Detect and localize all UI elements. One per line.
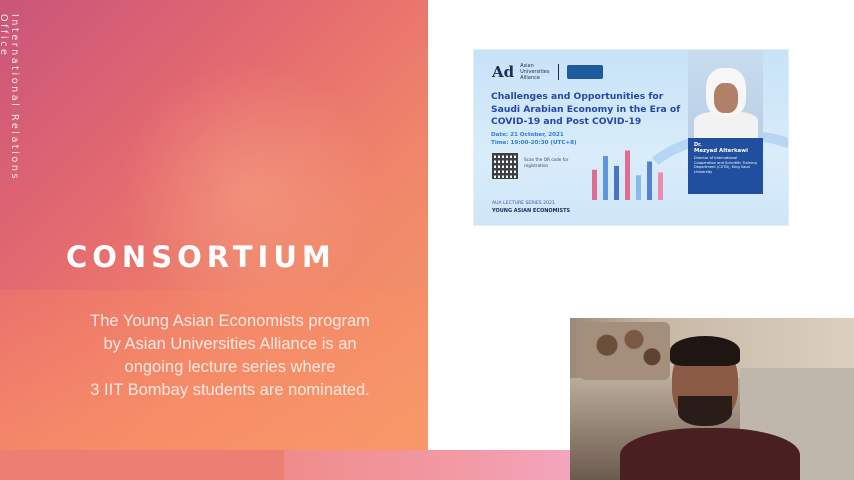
poster-bar xyxy=(614,165,619,200)
slide-panel: International Relations Office CONSORTIU… xyxy=(0,0,428,450)
poster-logos: Ad Asian Universities Alliance xyxy=(492,63,604,81)
slide-heading: CONSORTIUM xyxy=(66,240,336,274)
aua-logo-text: Asian Universities Alliance xyxy=(520,63,550,81)
side-label: International Relations Office xyxy=(0,14,20,182)
poster-time: Time: 19:00-20:30 (UTC+8) xyxy=(491,140,577,146)
panel-glow xyxy=(120,60,380,320)
poster-date: Date: 21 October, 2021 xyxy=(491,132,564,138)
lecture-poster: Ad Asian Universities Alliance Challenge… xyxy=(473,49,789,226)
speaker-name: Mezyad Alterkawi xyxy=(694,148,749,154)
speaker-photo xyxy=(688,50,763,142)
slide-description: The Young Asian Economists program by As… xyxy=(40,310,420,402)
qr-code-icon xyxy=(492,153,518,179)
description-line: ongoing lecture series where xyxy=(124,358,336,376)
bottom-strip-segment xyxy=(0,450,284,480)
university-logo xyxy=(567,65,604,79)
description-line: 3 IIT Bombay students are nominated. xyxy=(90,381,370,399)
logo-divider xyxy=(558,64,560,80)
qr-caption: Scan the QR code for registration xyxy=(524,157,569,168)
wall-carving xyxy=(580,322,670,380)
speaker-face xyxy=(714,83,738,113)
aua-logo: Ad xyxy=(492,63,515,81)
poster-bar xyxy=(603,156,608,200)
description-line: by Asian Universities Alliance is an xyxy=(103,335,357,353)
webcam-video[interactable] xyxy=(570,318,854,480)
speaker-bio-box: Dr. Mezyad Alterkawi Director of Interna… xyxy=(688,138,763,194)
poster-series-sub: YOUNG ASIAN ECONOMISTS xyxy=(492,208,571,214)
presenter-shirt xyxy=(620,428,800,480)
poster-title: Challenges and Opportunities for Saudi A… xyxy=(491,91,681,127)
presenter-beard xyxy=(678,396,732,426)
poster-series: AUA LECTURE SERIES 2021 xyxy=(492,201,555,206)
poster-bar xyxy=(592,169,597,200)
speaker-bio: Director of International Cooperation an… xyxy=(694,156,757,174)
description-line: The Young Asian Economists program xyxy=(90,312,370,330)
presenter-hair xyxy=(670,336,740,366)
